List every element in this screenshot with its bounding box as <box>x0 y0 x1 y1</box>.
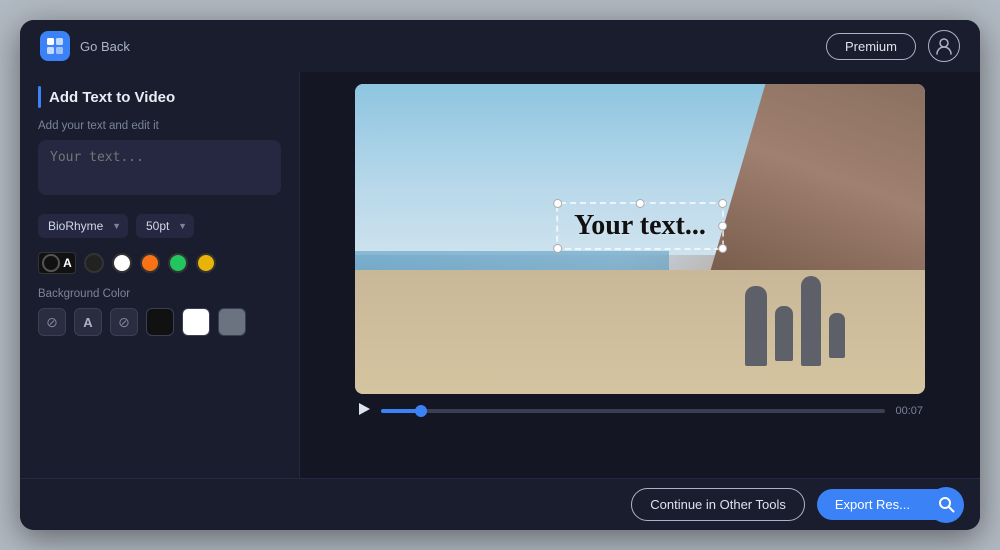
color-orange[interactable] <box>140 253 160 273</box>
title-accent <box>38 86 41 108</box>
people-group <box>745 276 845 366</box>
video-text-overlay[interactable]: Your text... <box>556 202 724 250</box>
color-white[interactable] <box>112 253 132 273</box>
video-overlay-text: Your text... <box>574 210 706 241</box>
text-a-label: A <box>63 256 72 270</box>
handle-br[interactable] <box>718 244 727 253</box>
video-area: Your text... 00:07 <box>300 72 980 478</box>
bg-a-label: A <box>83 315 92 330</box>
color-green[interactable] <box>168 253 188 273</box>
person-3 <box>801 276 821 366</box>
avatar-icon[interactable] <box>928 30 960 62</box>
app-window: Go Back Premium Add Text to Video Add yo… <box>20 20 980 530</box>
person-1 <box>745 286 767 366</box>
go-back-link[interactable]: Go Back <box>80 39 130 54</box>
premium-button[interactable]: Premium <box>826 33 916 60</box>
text-input-label: Add your text and edit it <box>38 120 281 132</box>
color-black[interactable] <box>84 253 104 273</box>
progress-fill <box>381 409 421 413</box>
font-size-dropdown-wrapper[interactable]: 50pt 36pt 24pt ▼ <box>136 214 194 238</box>
bg-color-row: ⊘ A ⊘ <box>38 308 281 336</box>
bg-slash-icon: ⊘ <box>118 314 130 331</box>
handle-mr[interactable] <box>718 221 727 230</box>
header-left: Go Back <box>40 31 130 61</box>
header: Go Back Premium <box>20 20 980 72</box>
person-4 <box>829 313 845 358</box>
font-size-select[interactable]: 50pt 36pt 24pt <box>136 214 194 238</box>
handle-tl[interactable] <box>553 199 562 208</box>
text-color-toggle[interactable]: A <box>38 252 76 274</box>
app-logo-icon <box>40 31 70 61</box>
bg-color-label: Background Color <box>38 288 281 300</box>
video-frame: Your text... <box>355 84 925 394</box>
sidebar: Add Text to Video Add your text and edit… <box>20 72 300 478</box>
color-yellow[interactable] <box>196 253 216 273</box>
bg-gray-swatch[interactable] <box>218 308 246 336</box>
bg-white-swatch[interactable] <box>182 308 210 336</box>
font-family-select[interactable]: BioRhyme Arial Georgia <box>38 214 128 238</box>
sidebar-title-bar: Add Text to Video <box>38 86 281 108</box>
bottom-bar: Continue in Other Tools Export Res... <box>20 478 980 530</box>
font-family-dropdown-wrapper[interactable]: BioRhyme Arial Georgia ▼ <box>38 214 128 238</box>
text-input[interactable] <box>38 140 281 195</box>
time-display: 00:07 <box>895 405 923 417</box>
bg-slash-swatch[interactable]: ⊘ <box>110 308 138 336</box>
person-2 <box>775 306 793 361</box>
header-right: Premium <box>826 30 960 62</box>
handle-bl[interactable] <box>553 244 562 253</box>
play-button[interactable] <box>357 402 371 420</box>
handle-tc[interactable] <box>636 199 645 208</box>
continue-button[interactable]: Continue in Other Tools <box>631 488 805 521</box>
progress-thumb <box>415 405 427 417</box>
sidebar-title: Add Text to Video <box>49 89 175 106</box>
search-icon-button[interactable] <box>928 487 964 523</box>
bg-a-swatch[interactable]: A <box>74 308 102 336</box>
handle-tr[interactable] <box>718 199 727 208</box>
main-content: Add Text to Video Add your text and edit… <box>20 72 980 478</box>
color-row: A <box>38 252 281 274</box>
font-controls: BioRhyme Arial Georgia ▼ 50pt 36pt 24pt … <box>38 214 281 238</box>
bg-black-swatch[interactable] <box>146 308 174 336</box>
slash-icon: ⊘ <box>46 314 58 331</box>
progress-track[interactable] <box>381 409 885 413</box>
video-controls: 00:07 <box>355 402 925 420</box>
bg-transparent-swatch[interactable]: ⊘ <box>38 308 66 336</box>
